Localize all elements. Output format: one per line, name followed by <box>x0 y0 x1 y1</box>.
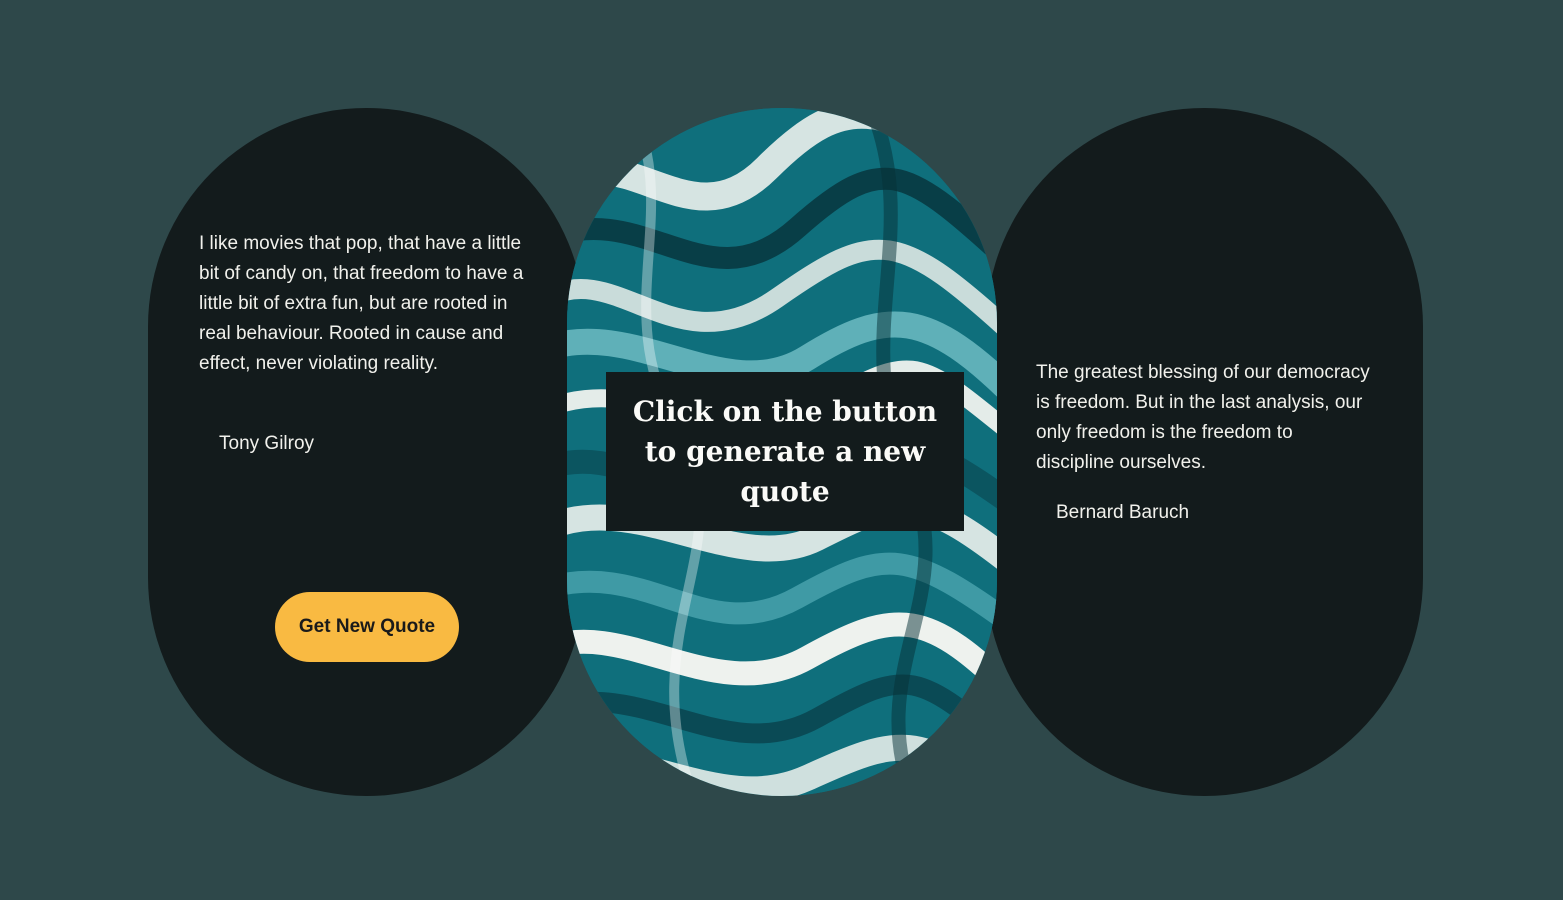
get-new-quote-button[interactable]: Get New Quote <box>275 592 459 662</box>
page: I like movies that pop, that have a litt… <box>0 0 1563 900</box>
left-quote-card: I like movies that pop, that have a litt… <box>148 108 585 796</box>
left-quote-text: I like movies that pop, that have a litt… <box>199 233 524 374</box>
left-quote-author: Tony Gilroy <box>219 433 315 454</box>
right-quote-author: Bernard Baruch <box>1056 502 1190 523</box>
prompt-line-1: Click on the button <box>632 394 938 428</box>
center-marble-card: Click on the button to generate a new qu… <box>567 108 997 796</box>
generate-quote-prompt: Click on the button to generate a new qu… <box>606 372 964 531</box>
right-quote-text: The greatest blessing of our democracy i… <box>1036 362 1370 473</box>
prompt-line-2: to generate a new quote <box>644 434 926 508</box>
right-quote-card: The greatest blessing of our democracy i… <box>986 108 1423 796</box>
